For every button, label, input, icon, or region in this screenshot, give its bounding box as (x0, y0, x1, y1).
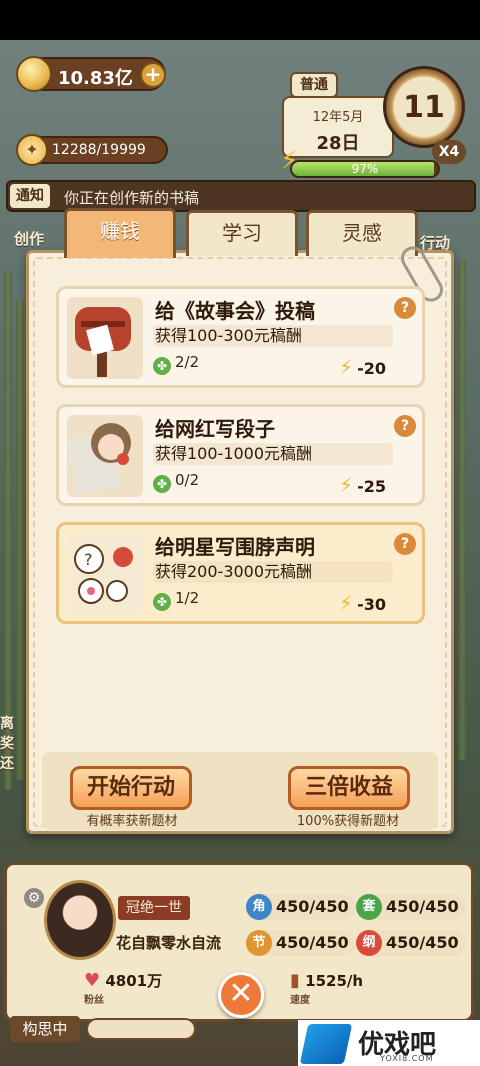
tab-inspiration[interactable]: 灵感 (306, 210, 418, 256)
player-name: 花自飘零水自流 (116, 934, 222, 952)
task-cost: ⚡ -30 (339, 591, 386, 615)
clock: 11 (383, 66, 465, 148)
avatar[interactable] (44, 880, 116, 960)
watermark-sub: YOXI8.COM (380, 1054, 434, 1063)
energy-bolt-icon: ⚡ (339, 591, 354, 615)
task-cost: ⚡ -20 (339, 355, 386, 379)
date-month: 12年5月 (312, 110, 364, 125)
task-count: ✤ 1/2 (153, 589, 199, 611)
speed-multiplier-button[interactable]: X4 (432, 140, 466, 164)
fans-count: ♥ 4801万 粉丝 (84, 970, 162, 1006)
add-coins-button[interactable]: + (140, 62, 166, 88)
clock-hour: 11 (403, 90, 445, 125)
task-card[interactable]: 给网红写段子 获得100-1000元稿酬 ✤ 0/2 ⚡ -25 ? (56, 404, 425, 506)
task-title: 给明星写围脖声明 (155, 535, 315, 559)
scroll-icon: ▮ (290, 970, 300, 991)
tab-study[interactable]: 学习 (186, 210, 298, 256)
task-reward: 获得100-1000元稿酬 (153, 443, 393, 465)
task-cost-value: -25 (357, 477, 386, 496)
speed-label: 速度 (290, 995, 310, 1006)
task-cost: ⚡ -25 (339, 473, 386, 497)
speed-value: 1525/h (305, 972, 364, 990)
task-card[interactable]: 给《故事会》投稿 获得100-300元稿酬 ✤ 2/2 ⚡ -20 ? (56, 286, 425, 388)
create-side-button[interactable]: 创作 (14, 228, 44, 249)
help-icon[interactable]: ? (394, 533, 416, 555)
watermark-logo (299, 1024, 353, 1064)
task-count: ✤ 2/2 (153, 353, 199, 375)
inspiration-value: 12288/19999 (52, 142, 146, 158)
tab-earn-money[interactable]: 赚钱 (64, 208, 176, 258)
routine-icon: 套 (356, 894, 382, 920)
task-count-value: 2/2 (175, 353, 200, 371)
notice-tag: 通知 (10, 184, 50, 208)
start-action-subtitle: 有概率获新题材 (86, 814, 178, 829)
coin-counter: 10.83亿 + (16, 56, 166, 92)
stat-plot: 节 450/450 (246, 930, 356, 956)
writing-speed: ▮ 1525/h 速度 (290, 970, 363, 1006)
fans-value: 4801万 (105, 972, 163, 990)
inspiration-counter: ✦ 12288/19999 (16, 134, 168, 166)
help-icon[interactable]: ? (394, 297, 416, 319)
fans-label: 粉丝 (84, 995, 104, 1006)
plot-icon: 节 (246, 930, 272, 956)
stat-value: 450/450 (276, 897, 349, 916)
triple-reward-button[interactable]: 三倍收益 (288, 766, 410, 810)
energy-bolt-icon: ⚡ (339, 473, 354, 497)
triple-reward-subtitle: 100%获得新题材 (296, 814, 400, 829)
heart-icon: ♥ (84, 970, 101, 991)
outline-icon: 纲 (356, 930, 382, 956)
task-cost-value: -30 (357, 595, 386, 614)
stat-value: 450/450 (386, 897, 459, 916)
stat-routine: 套 450/450 (356, 894, 466, 920)
coin-icon (16, 56, 52, 92)
stat-outline: 纲 450/450 (356, 930, 466, 956)
task-title: 给网红写段子 (155, 417, 275, 441)
gear-icon[interactable]: ⚙ (24, 888, 44, 908)
task-reward: 获得100-300元稿酬 (153, 325, 393, 347)
task-title: 给《故事会》投稿 (155, 299, 315, 323)
close-icon[interactable]: ✕ (218, 972, 264, 1018)
energy-bar: 97% (290, 160, 440, 178)
speech-bubbles-icon: ? (67, 533, 143, 615)
task-count-value: 0/2 (175, 471, 200, 489)
svg-text:?: ? (84, 550, 93, 569)
player-title-ribbon: 冠绝一世 (118, 896, 190, 920)
task-card-selected[interactable]: ? 给明星写围脖声明 获得200-3000元稿酬 ✤ 1/2 ⚡ -30 ? (56, 522, 425, 624)
date-card: 12年5月 28日 (282, 96, 394, 158)
thinking-progress-bar (86, 1018, 196, 1040)
task-count-value: 1/2 (175, 589, 200, 607)
clover-icon: ✤ (153, 357, 171, 375)
mailbox-icon (67, 297, 143, 379)
thinking-status: 构思中 (10, 1016, 80, 1042)
character-icon: 角 (246, 894, 272, 920)
task-count: ✤ 0/2 (153, 471, 199, 493)
side-reward-text: 离 奖 还 (0, 716, 14, 772)
date-day: 28日 (316, 133, 360, 154)
start-action-button[interactable]: 开始行动 (70, 766, 192, 810)
influencer-icon (67, 415, 143, 497)
coin-value: 10.83亿 (58, 68, 133, 89)
clover-icon: ✤ (153, 475, 171, 493)
stat-value: 450/450 (386, 933, 459, 952)
stat-value: 450/450 (276, 933, 349, 952)
clover-icon: ✤ (153, 593, 171, 611)
stat-character: 角 450/450 (246, 894, 356, 920)
task-cost-value: -20 (357, 359, 386, 378)
energy-bolt-icon: ⚡ (339, 355, 354, 379)
energy-percent: 97% (351, 162, 379, 176)
task-reward: 获得200-3000元稿酬 (153, 561, 393, 583)
lightbulb-icon: ✦ (16, 134, 48, 166)
help-icon[interactable]: ? (394, 415, 416, 437)
notice-text: 你正在创作新的书稿 (64, 189, 200, 207)
difficulty-mode-tag: 普通 (290, 72, 338, 98)
